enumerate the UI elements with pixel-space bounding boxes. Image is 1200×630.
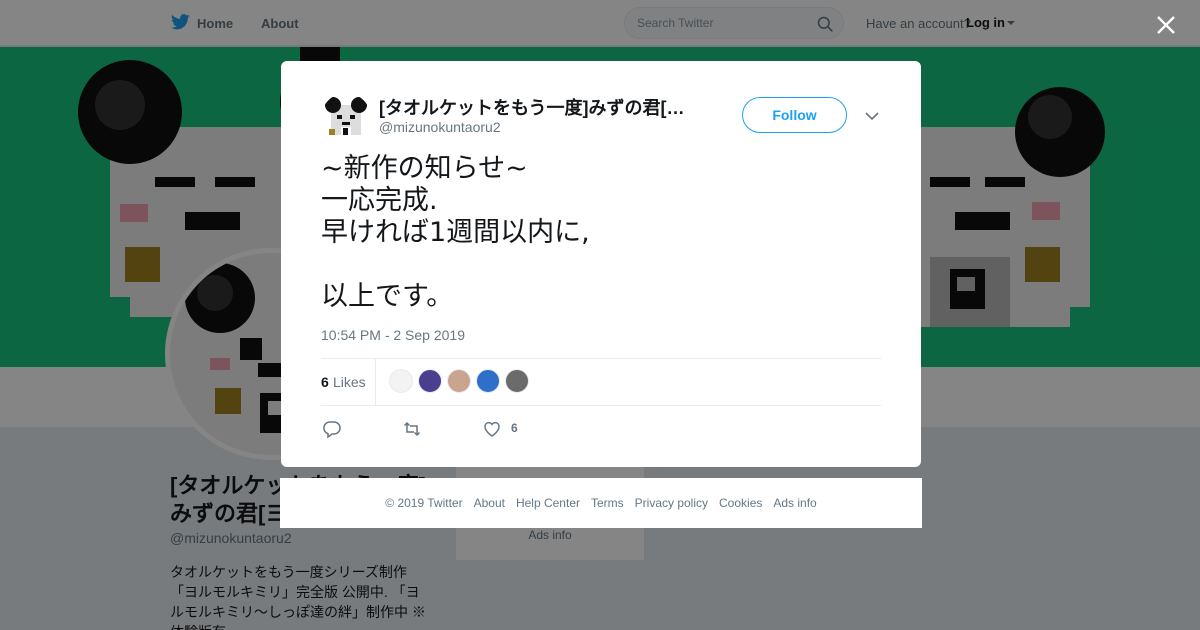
- likes-count[interactable]: 6: [321, 374, 329, 390]
- liker-avatar[interactable]: [476, 369, 500, 393]
- footer-copyright: © 2019 Twitter: [385, 496, 463, 510]
- like-action-count: 6: [511, 421, 518, 435]
- tweet-line: 一応完成.: [321, 185, 438, 216]
- close-icon[interactable]: [1155, 14, 1177, 36]
- heart-icon[interactable]: [483, 420, 501, 438]
- tweet-line: 早ければ1週間以内に,: [321, 217, 590, 248]
- modal-footer: © 2019 Twitter About Help Center Terms P…: [280, 478, 922, 528]
- tweet-timestamp[interactable]: 10:54 PM - 2 Sep 2019: [321, 327, 465, 343]
- liker-avatar[interactable]: [505, 369, 529, 393]
- liker-avatars: [389, 369, 534, 395]
- tweet-line: ~新作の知らせ~: [321, 153, 528, 184]
- retweet-icon[interactable]: [403, 420, 421, 438]
- chevron-down-icon[interactable]: [864, 108, 880, 124]
- author-avatar-image: [321, 93, 371, 143]
- footer-ads-info-link[interactable]: Ads info: [773, 496, 816, 510]
- reply-icon[interactable]: [323, 420, 341, 438]
- tweet-actions: 6: [321, 416, 881, 440]
- tweet-stats: 6 Likes: [321, 358, 881, 406]
- author-avatar[interactable]: [321, 93, 371, 143]
- liker-avatar[interactable]: [447, 369, 471, 393]
- author-handle[interactable]: @mizunokuntaoru2: [379, 119, 501, 135]
- footer-help-center-link[interactable]: Help Center: [516, 496, 580, 510]
- footer-terms-link[interactable]: Terms: [591, 496, 624, 510]
- liker-avatar[interactable]: [418, 369, 442, 393]
- footer-privacy-link[interactable]: Privacy policy: [635, 496, 708, 510]
- tweet-modal: [タオルケットをもう一度]みずの君[… @mizunokuntaoru2 Fol…: [281, 61, 921, 467]
- follow-button[interactable]: Follow: [742, 97, 847, 133]
- footer-cookies-link[interactable]: Cookies: [719, 496, 762, 510]
- tweet-line: 以上です。: [321, 281, 454, 312]
- tweet-line: [321, 249, 881, 281]
- liker-avatar[interactable]: [389, 369, 413, 393]
- author-name[interactable]: [タオルケットをもう一度]みずの君[…: [379, 94, 699, 120]
- tweet-text: ~新作の知らせ~ 一応完成. 早ければ1週間以内に, 以上です。: [321, 153, 881, 313]
- footer-about-link[interactable]: About: [474, 496, 505, 510]
- stats-divider: [375, 359, 376, 405]
- likes-label[interactable]: Likes: [333, 374, 366, 390]
